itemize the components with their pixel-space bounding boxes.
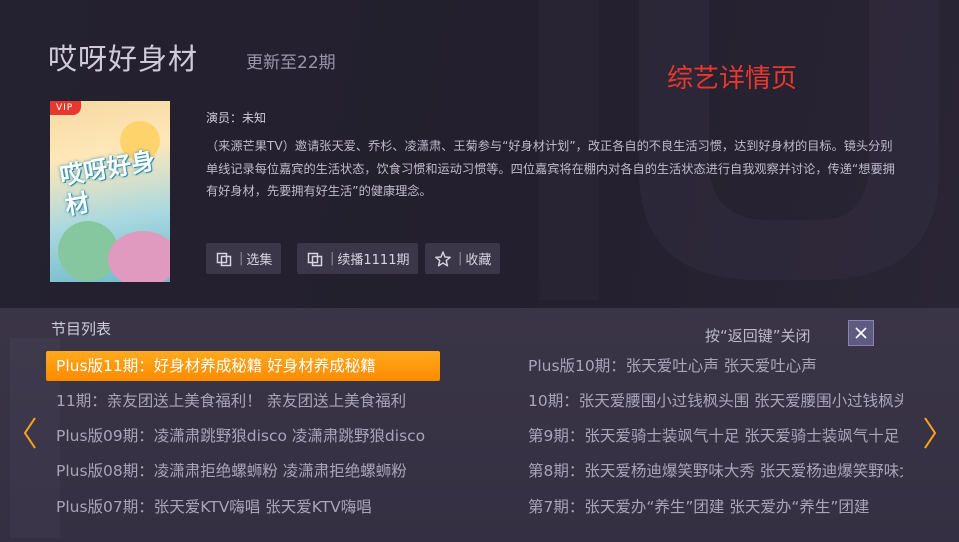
episode-item[interactable]: 10期：张天爱腰围小过钱枫头围 张天爱腰围小过钱枫头围 [528, 386, 903, 416]
close-hint: 按“返回键”关闭 [705, 327, 811, 345]
episode-item[interactable]: 第7期：张天爱办“养生”团建 张天爱办“养生”团建 [528, 492, 903, 522]
episode-item[interactable]: Plus版09期：凌潇肃跳野狼disco 凌潇肃跳野狼disco [46, 421, 440, 451]
episode-item[interactable]: Plus版10期：张天爱吐心声 张天爱吐心声 [528, 351, 903, 381]
favorite-button[interactable]: | 收藏 [425, 243, 501, 274]
detail-panel: 哎呀好身材 更新至22期 综艺详情页 哎呀好身材 VIP 演员：未知 （来源芒果… [0, 0, 959, 308]
continue-playing-button[interactable]: | 续播1111期 [297, 243, 419, 274]
episode-item[interactable]: Plus版11期：好身材养成秘籍 好身材养成秘籍 [46, 351, 440, 381]
show-poster: 哎呀好身材 VIP [50, 101, 170, 282]
episode-item[interactable]: Plus版08期：凌潇肃拒绝螺蛳粉 凌潇肃拒绝螺蛳粉 [46, 456, 440, 486]
star-icon [435, 250, 451, 266]
episode-item[interactable]: 第9期：张天爱骑士装飒气十足 张天爱骑士装飒气十足 [528, 421, 903, 451]
previous-page-arrow-icon[interactable] [22, 416, 38, 450]
episode-item[interactable]: 11期：亲友团送上美食福利！ 亲友团送上美食福利 [46, 386, 440, 416]
episode-list-panel: 节目列表 按“返回键”关闭 Plus版11期：好身材养成秘籍 好身材养成秘籍 1… [0, 308, 959, 542]
select-episode-label: 选集 [246, 253, 273, 268]
episodes-icon [216, 252, 232, 266]
vip-badge: VIP [50, 101, 82, 115]
continue-playing-label: 续播1111期 [337, 253, 410, 268]
favorite-label: 收藏 [465, 253, 492, 268]
show-description: （来源芒果TV）邀请张天爱、乔杉、凌潇肃、王菊参与“好身材计划”，改正各自的不良… [206, 139, 895, 198]
episode-list-title: 节目列表 [51, 320, 112, 338]
separator: | [239, 251, 244, 266]
cast-info: 演员：未知 [206, 111, 267, 125]
close-icon [855, 327, 867, 339]
select-episode-button[interactable]: | 选集 [206, 243, 282, 274]
show-title: 哎呀好身材 [48, 42, 199, 76]
close-button[interactable] [848, 320, 874, 346]
update-status: 更新至22期 [246, 53, 336, 73]
separator: | [458, 251, 463, 266]
episode-item[interactable]: 第8期：张天爱杨迪爆笑野味大秀 张天爱杨迪爆笑野味大秀 [528, 456, 903, 486]
episode-item[interactable]: Plus版07期：张天爱KTV嗨唱 张天爱KTV嗨唱 [46, 492, 440, 522]
poster-decoration [108, 231, 170, 282]
episodes-icon [307, 252, 323, 266]
page-tag: 综艺详情页 [667, 64, 798, 94]
next-page-arrow-icon[interactable] [922, 416, 938, 450]
poster-art-text: 哎呀好身材 [57, 146, 158, 221]
separator: | [330, 251, 335, 266]
